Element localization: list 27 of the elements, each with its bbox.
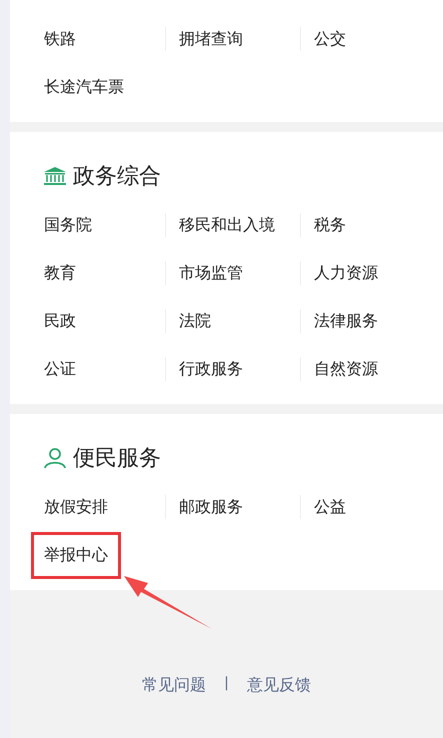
service-link[interactable]: 公交 bbox=[301, 16, 359, 62]
footer-link[interactable]: 常见问题 bbox=[142, 675, 206, 696]
service-link[interactable]: 民政 bbox=[31, 298, 89, 344]
service-link[interactable]: 法律服务 bbox=[301, 298, 391, 344]
service-link[interactable]: 教育 bbox=[31, 250, 89, 296]
section-title: 政务综合 bbox=[73, 163, 161, 191]
service-link[interactable]: 拥堵查询 bbox=[166, 16, 256, 62]
person-icon bbox=[43, 446, 67, 470]
service-link[interactable]: 国务院 bbox=[31, 202, 105, 248]
service-link[interactable]: 公证 bbox=[31, 346, 89, 392]
service-link[interactable]: 行政服务 bbox=[166, 346, 256, 392]
service-link[interactable]: 举报中心 bbox=[31, 532, 121, 578]
service-link[interactable]: 长途汽车票 bbox=[31, 64, 137, 110]
service-link[interactable]: 税务 bbox=[301, 202, 359, 248]
service-link[interactable]: 邮政服务 bbox=[166, 484, 256, 530]
service-link[interactable]: 自然资源 bbox=[301, 346, 391, 392]
service-link[interactable]: 公益 bbox=[301, 484, 359, 530]
service-link[interactable]: 放假安排 bbox=[31, 484, 121, 530]
service-link[interactable]: 移民和出入境 bbox=[166, 202, 288, 248]
footer-link[interactable]: 意见反馈 bbox=[246, 675, 311, 696]
service-link[interactable]: 市场监管 bbox=[166, 250, 256, 296]
section-title: 便民服务 bbox=[73, 445, 161, 473]
service-link[interactable]: 人力资源 bbox=[301, 250, 391, 296]
service-link[interactable]: 法院 bbox=[166, 298, 224, 344]
service-link[interactable]: 铁路 bbox=[31, 16, 89, 62]
building-icon bbox=[43, 166, 67, 186]
link-separator: | bbox=[224, 675, 229, 691]
